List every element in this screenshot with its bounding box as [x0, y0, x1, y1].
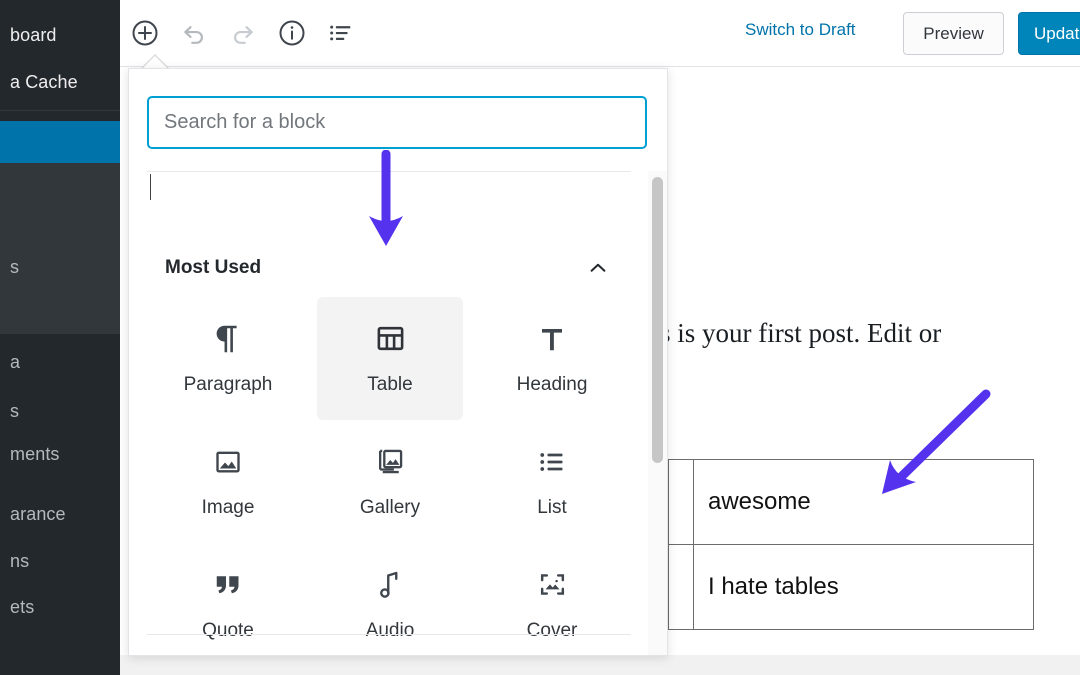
post-table-block[interactable]: awesome I hate tables	[668, 459, 1034, 630]
block-tile-label: Heading	[516, 373, 588, 395]
block-tile-list[interactable]: List	[479, 420, 625, 543]
add-block-icon[interactable]	[124, 12, 166, 54]
redo-icon[interactable]	[222, 12, 264, 54]
block-tile-table[interactable]: Table	[317, 297, 463, 420]
block-tile-heading[interactable]: Heading	[479, 297, 625, 420]
image-icon	[213, 445, 243, 479]
block-tile-label: Table	[367, 373, 413, 395]
audio-icon	[377, 568, 403, 602]
table-icon	[375, 322, 406, 356]
screen: s is your first post. Edit or awesome I …	[0, 0, 1080, 675]
sidebar-item-pages[interactable]: s	[0, 394, 120, 428]
block-navigation-icon[interactable]	[320, 12, 362, 54]
sidebar-item-appearance[interactable]: arance	[0, 497, 120, 531]
paragraph-icon	[213, 322, 243, 356]
block-type-grid: Paragraph Table Heading Image Gallery Li…	[147, 297, 633, 655]
sidebar-item-comments[interactable]: ments	[0, 437, 120, 471]
chevron-up-icon[interactable]	[581, 251, 615, 285]
block-tile-label: Cover	[526, 619, 578, 641]
block-tile-quote[interactable]: Quote	[155, 543, 301, 655]
block-tile-audio[interactable]: Audio	[317, 543, 463, 655]
table-cell[interactable]: I hate tables	[693, 544, 1034, 630]
section-title-most-used: Most Used	[165, 257, 262, 278]
wp-admin-sidebar: board a Cache s a s ments arance ns ets	[0, 0, 120, 675]
sidebar-submenu-band	[0, 163, 120, 333]
preview-button[interactable]: Preview	[903, 12, 1004, 55]
block-tile-label: Gallery	[359, 496, 421, 518]
list-icon	[537, 445, 567, 479]
block-tile-image[interactable]: Image	[155, 420, 301, 543]
undo-icon[interactable]	[173, 12, 215, 54]
sidebar-item-posts[interactable]: s	[0, 250, 120, 284]
search-field-wrapper	[147, 96, 647, 149]
content-info-icon[interactable]	[271, 12, 313, 54]
block-tile-label: Audio	[365, 619, 415, 641]
table-row[interactable]: I hate tables	[668, 544, 1034, 630]
cover-icon	[537, 568, 568, 602]
block-tile-label: Paragraph	[183, 373, 273, 395]
block-tile-label: Quote	[202, 619, 254, 641]
update-button[interactable]: Update	[1018, 12, 1080, 55]
post-paragraph[interactable]: s is your first post. Edit or	[660, 318, 941, 349]
block-tile-label: Image	[201, 496, 255, 518]
sidebar-item-widgets[interactable]: ets	[0, 590, 120, 624]
block-tile-paragraph[interactable]: Paragraph	[155, 297, 301, 420]
block-inserter-popover: Most Used Paragraph	[128, 68, 668, 656]
heading-icon	[537, 322, 567, 356]
sidebar-item-plugins[interactable]: ns	[0, 544, 120, 578]
quote-icon	[213, 568, 243, 602]
switch-to-draft-link[interactable]: Switch to Draft	[745, 20, 856, 40]
search-input[interactable]	[147, 96, 647, 149]
sidebar-item-dashboard[interactable]: board	[0, 18, 120, 52]
text-cursor	[150, 174, 151, 200]
table-row[interactable]: awesome	[668, 459, 1034, 545]
divider-top	[147, 171, 631, 172]
editor-toolbar: Switch to Draft Preview Update	[120, 0, 1080, 67]
block-tile-cover[interactable]: Cover	[479, 543, 625, 655]
block-tile-gallery[interactable]: Gallery	[317, 420, 463, 543]
sidebar-item-media[interactable]: a	[0, 345, 120, 379]
sidebar-item-posts-current[interactable]	[0, 121, 120, 163]
table-cell-left[interactable]	[668, 544, 694, 630]
inserter-scrollbar-thumb[interactable]	[652, 177, 663, 463]
sidebar-item-purge-cache[interactable]: a Cache	[0, 65, 120, 99]
table-cell-left[interactable]	[668, 459, 694, 545]
divider-bottom	[147, 634, 631, 635]
gallery-icon	[375, 445, 406, 479]
block-tile-label: List	[537, 496, 567, 518]
editor-background-shade	[120, 655, 1080, 675]
table-cell[interactable]: awesome	[693, 459, 1034, 545]
